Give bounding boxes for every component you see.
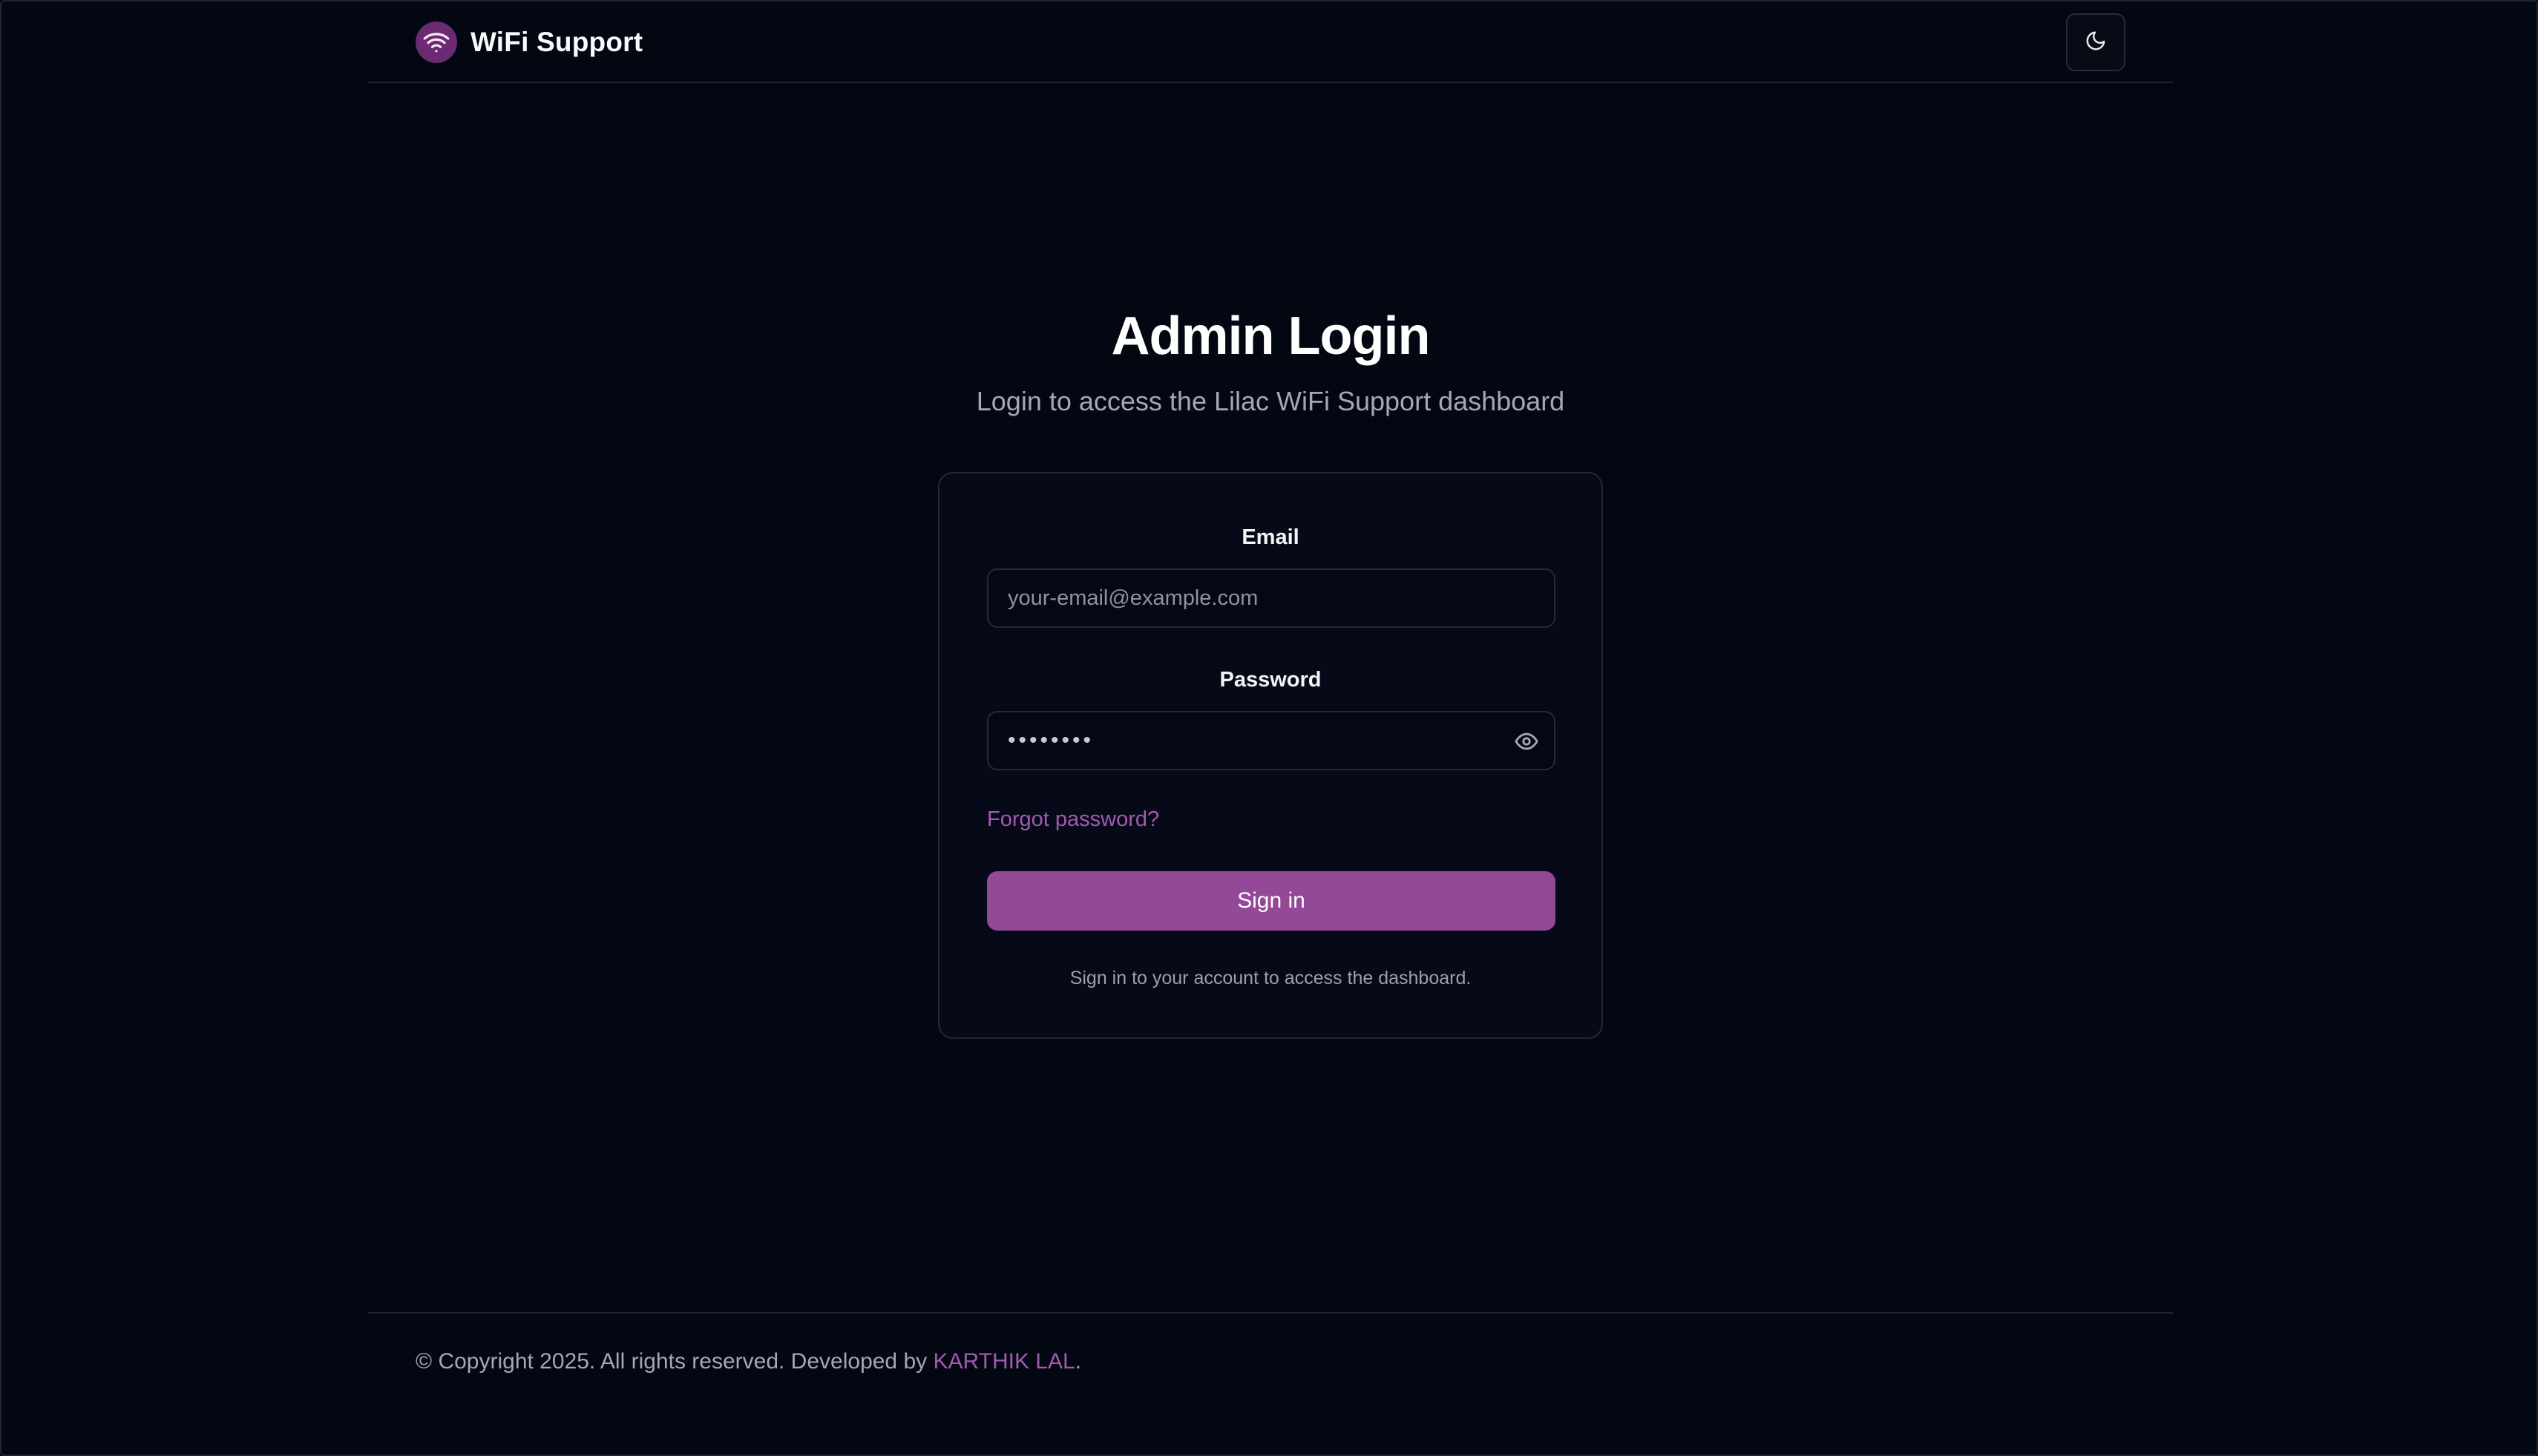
- footer-suffix: .: [1075, 1349, 1082, 1374]
- password-label: Password: [1219, 668, 1322, 692]
- sign-in-button[interactable]: Sign in: [987, 871, 1555, 931]
- author-link[interactable]: KARTHIK LAL: [933, 1349, 1075, 1374]
- email-placeholder: your-email@example.com: [1008, 586, 1259, 610]
- forgot-password-link[interactable]: Forgot password?: [987, 807, 1159, 832]
- page-title: Admin Login: [1111, 306, 1431, 366]
- theme-toggle-button[interactable]: [2066, 13, 2125, 71]
- login-card: Email your-email@example.com Password ••…: [938, 472, 1603, 1039]
- moon-icon: [2085, 30, 2107, 56]
- page-subtitle: Login to access the Lilac WiFi Support d…: [976, 386, 1565, 416]
- email-label: Email: [1242, 525, 1299, 549]
- app-window: WiFi Support Admin Login Login to access…: [0, 0, 2538, 1456]
- wifi-icon: [416, 22, 457, 63]
- email-field[interactable]: your-email@example.com: [987, 568, 1555, 628]
- password-field[interactable]: ••••••••: [987, 711, 1555, 770]
- brand-link[interactable]: WiFi Support: [416, 21, 643, 64]
- brand-name: WiFi Support: [470, 27, 643, 57]
- page-footer: © Copyright 2025. All rights reserved. D…: [368, 1312, 2173, 1394]
- password-value: ••••••••: [1008, 728, 1095, 752]
- top-navbar: WiFi Support: [368, 1, 2173, 83]
- sign-in-hint: Sign in to your account to access the da…: [1069, 968, 1472, 988]
- footer-copyright: © Copyright 2025. All rights reserved. D…: [416, 1349, 1081, 1374]
- footer-prefix: © Copyright 2025. All rights reserved. D…: [416, 1349, 934, 1374]
- eye-icon[interactable]: [1514, 729, 1539, 754]
